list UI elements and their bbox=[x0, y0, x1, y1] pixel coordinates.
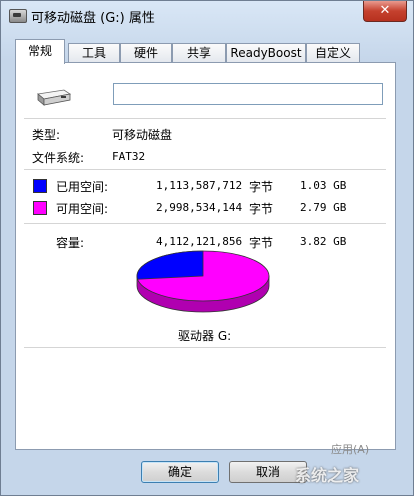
used-space-label: 已用空间: bbox=[56, 180, 109, 194]
tab-customize[interactable]: 自定义 bbox=[306, 43, 360, 62]
ok-button[interactable]: 确定 bbox=[141, 461, 219, 483]
free-space-swatch bbox=[33, 201, 47, 215]
capacity-bytes: 4,112,121,856 bbox=[156, 235, 243, 248]
capacity-size: 3.82 GB bbox=[300, 235, 347, 248]
removable-drive-icon bbox=[9, 9, 27, 23]
window-title: 可移动磁盘 (G:) 属性 bbox=[31, 11, 155, 26]
free-space-label: 可用空间: bbox=[56, 202, 109, 216]
type-value: 可移动磁盘 bbox=[112, 128, 173, 142]
free-space-bytes: 2,998,534,144 bbox=[156, 201, 243, 214]
watermark-logo: 系统之家 bbox=[295, 463, 405, 489]
used-space-unit: 字节 bbox=[249, 180, 274, 194]
type-label: 类型: bbox=[32, 128, 61, 142]
tab-general[interactable]: 常规 bbox=[15, 39, 65, 64]
tab-hardware[interactable]: 硬件 bbox=[120, 43, 172, 62]
used-space-swatch bbox=[33, 179, 47, 193]
disk-usage-pie bbox=[136, 250, 270, 313]
close-button[interactable]: ✕ bbox=[363, 1, 407, 22]
divider bbox=[24, 169, 386, 170]
capacity-label: 容量: bbox=[56, 236, 85, 250]
tab-readyboost[interactable]: ReadyBoost bbox=[226, 43, 306, 62]
free-space-unit: 字节 bbox=[249, 202, 274, 216]
properties-window: 可移动磁盘 (G:) 属性 ✕ 常规 工具 硬件 共享 ReadyBoost 自… bbox=[0, 0, 414, 496]
title-bar[interactable]: 可移动磁盘 (G:) 属性 ✕ bbox=[1, 1, 413, 29]
filesystem-value: FAT32 bbox=[112, 150, 146, 163]
divider bbox=[24, 223, 386, 224]
divider bbox=[24, 347, 386, 348]
close-icon: ✕ bbox=[379, 3, 391, 18]
free-space-size: 2.79 GB bbox=[300, 201, 347, 214]
volume-name-input[interactable] bbox=[113, 83, 383, 105]
pie-used-slice bbox=[136, 250, 204, 280]
divider bbox=[24, 118, 386, 119]
used-space-bytes: 1,113,587,712 bbox=[156, 179, 243, 192]
tab-tools[interactable]: 工具 bbox=[68, 43, 120, 62]
filesystem-label: 文件系统: bbox=[32, 151, 85, 165]
tab-sharing[interactable]: 共享 bbox=[172, 43, 226, 62]
apply-hint: 应用(A) bbox=[331, 443, 370, 456]
used-space-size: 1.03 GB bbox=[300, 179, 347, 192]
watermark-text: 系统之家 bbox=[295, 466, 360, 485]
general-panel: 类型: 可移动磁盘 文件系统: FAT32 已用空间: 1,113,587,71… bbox=[15, 62, 396, 450]
drive-label: 驱动器 G: bbox=[178, 329, 232, 343]
usb-drive-icon bbox=[37, 89, 72, 106]
